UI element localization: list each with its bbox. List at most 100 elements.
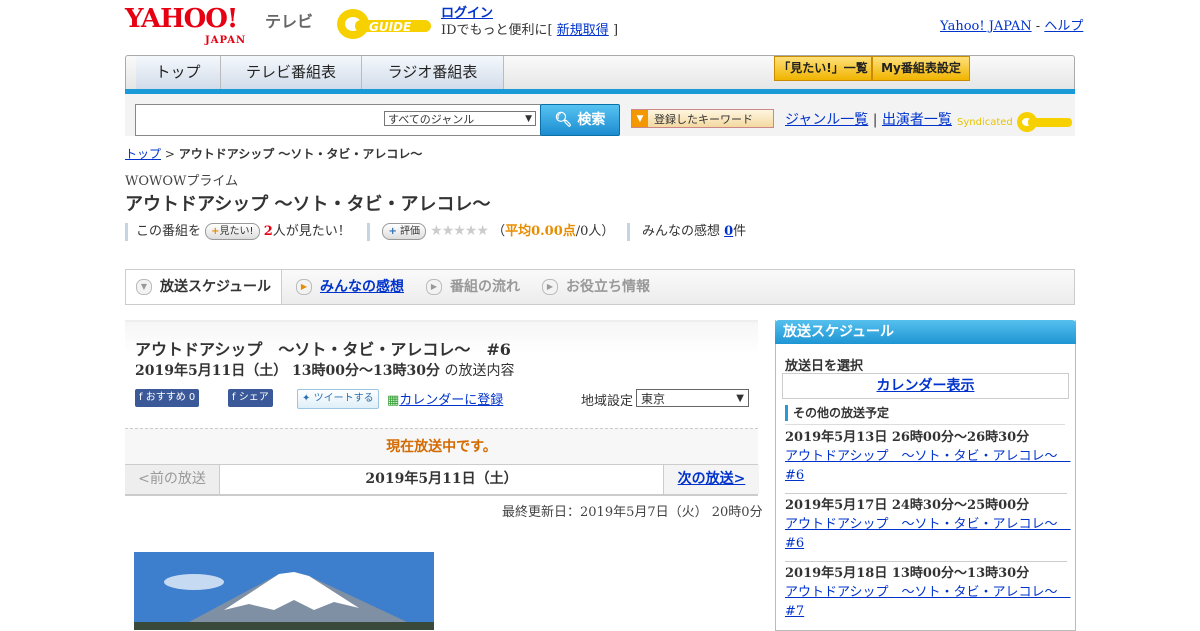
tv-logo[interactable]: テレビ (265, 8, 313, 32)
rate-button[interactable]: + 評価 (382, 223, 427, 240)
login-note: IDでもっと便利に[ (441, 23, 553, 38)
divider (785, 424, 1065, 425)
schedule-title-link[interactable]: アウトドアシップ ～ソト・タビ・アレコレ～ #7 (785, 585, 1071, 619)
gguide-logo-text: GUIDE (369, 20, 412, 34)
login-link[interactable]: ログイン (441, 6, 493, 21)
rating-average: 平均0.00点 (505, 224, 576, 239)
my-schedule-button[interactable]: My番組表設定 (872, 56, 970, 81)
tab-useful-info: ▶ お役立ち情報 (542, 270, 650, 304)
sidebar-header: 放送スケジュール (775, 320, 1076, 344)
area-select-value: 東京 (641, 392, 666, 406)
rate-button-label: 評価 (400, 226, 421, 237)
pager-date: 2019年5月11日（土） (365, 471, 518, 487)
program-image (134, 552, 434, 630)
yahoo-logo-sub: JAPAN (205, 35, 247, 46)
chevron-right-icon: ▶ (426, 279, 442, 295)
calendar-button[interactable]: カレンダー表示 (782, 373, 1069, 399)
area-select[interactable]: 東京 ▼ (636, 389, 749, 407)
search-icon: 🔍︎ (554, 112, 573, 128)
schedule-datetime: 2019年5月13日 26時00分～26時30分 (785, 430, 1030, 445)
syndicated-label: Syndicated (957, 117, 1013, 128)
yahoo-japan-link[interactable]: Yahoo! JAPAN (940, 19, 1032, 34)
impressions-count[interactable]: 0 (724, 224, 733, 239)
tab-impressions[interactable]: ▶ みんなの感想 (296, 270, 404, 304)
schedule-title-link[interactable]: アウトドアシップ ～ソト・タビ・アレコレ～ #6 (785, 449, 1071, 483)
twitter-icon: ✦ (302, 393, 311, 404)
impressions-unit: 件 (733, 224, 747, 239)
divider (626, 222, 630, 241)
breadcrumb: トップ > アウトドアシップ ～ソト・タビ・アレコレ～ (125, 145, 422, 162)
tab-useful-info-label: お役立ち情報 (566, 279, 650, 295)
rating-open: （ (492, 224, 506, 239)
cast-list-link[interactable]: 出演者一覧 (882, 112, 952, 128)
broadcast-pager: <前の放送 2019年5月11日（土） 次の放送> (125, 464, 759, 496)
facebook-icon: f (139, 392, 143, 403)
impressions-label: みんなの感想 (641, 224, 720, 239)
dropdown-arrow-icon: ▼ (525, 114, 532, 124)
chevron-right-icon: ▶ (542, 279, 558, 295)
divider (125, 222, 128, 241)
search-button[interactable]: 🔍︎ 検索 (540, 104, 620, 136)
calendar-register-link[interactable]: カレンダーに登録 (399, 393, 503, 408)
schedule-title-link[interactable]: アウトドアシップ ～ソト・タビ・アレコレ～ #6 (785, 517, 1071, 551)
search-bar: すべてのジャンル ▼ 🔍︎ 検索 ▼ 登録したキーワード ジャンル一覧 | 出演者… (125, 94, 1075, 136)
list-item: 2019年5月13日 26時00分～26時30分 アウトドアシップ ～ソト・タビ… (785, 428, 1071, 485)
tweet-label: ツイートする (313, 393, 374, 404)
tweet-button[interactable]: ✦ ツイートする (297, 389, 379, 409)
top-right-links: Yahoo! JAPAN - ヘルプ (940, 15, 1083, 34)
facebook-icon: f (232, 392, 236, 403)
episode-datetime: 2019年5月11日（土） 13時00分～13時30分 (135, 363, 440, 379)
genre-select-value: すべてのジャンル (388, 113, 475, 126)
tab-impressions-label[interactable]: みんなの感想 (320, 279, 404, 295)
tab-flow: ▶ 番組の流れ (426, 270, 520, 304)
login-box: ログイン IDでもっと便利に[ 新規取得 ] (441, 5, 618, 39)
content-tabs: ▼ 放送スケジュール ▶ みんなの感想 ▶ 番組の流れ ▶ お役立ち情報 (125, 270, 1075, 305)
facebook-recommend-button[interactable]: f おすすめ 0 (135, 389, 200, 407)
breadcrumb-top[interactable]: トップ (125, 147, 161, 161)
episode-title: アウトドアシップ ～ソト・タビ・アレコレ～ #6 (135, 340, 511, 359)
gguide-logo[interactable]: GUIDE (335, 6, 433, 40)
want-button[interactable]: +見たい! (205, 223, 260, 240)
yahoo-japan-logo[interactable]: YAHOO! JAPAN (125, 6, 245, 46)
keyword-button[interactable]: ▼ 登録したキーワード (631, 109, 774, 128)
rating-stars: ★★★★★ (430, 223, 489, 239)
want-suffix: 人が見たい！ (272, 224, 351, 239)
gguide-small-logo (1016, 112, 1072, 132)
breadcrumb-current: アウトドアシップ ～ソト・タビ・アレコレ～ (178, 147, 423, 161)
keyword-button-label: 登録したキーワード (654, 113, 753, 126)
rating-people: /0人） (575, 224, 615, 239)
facebook-share-button[interactable]: f シェア (228, 389, 273, 407)
next-broadcast-button[interactable]: 次の放送> (663, 465, 759, 494)
chevron-down-icon: ▼ (136, 279, 152, 295)
breadcrumb-sep: > (164, 147, 175, 161)
want-button-label: 見たい! (219, 226, 254, 237)
search-links: ジャンル一覧 | 出演者一覧 (785, 109, 952, 129)
link-separator: - (1035, 19, 1041, 34)
plus-icon: + (388, 226, 397, 237)
this-program-label: この番組を (136, 224, 202, 239)
list-item: 2019年5月18日 13時00分～13時30分 アウトドアシップ ～ソト・タビ… (785, 564, 1071, 621)
want-list-button[interactable]: 「見たい!」一覧 (774, 56, 872, 81)
calendar-button-link[interactable]: カレンダー表示 (877, 378, 975, 394)
calendar-add-icon: ▦ (387, 393, 400, 408)
calendar-register[interactable]: ▦カレンダーに登録 (387, 389, 503, 408)
onair-notice: 現在放送中です。 (125, 428, 758, 465)
facebook-recommend-label: おすすめ 0 (145, 392, 196, 403)
genre-list-link[interactable]: ジャンル一覧 (785, 112, 868, 128)
nav-tab-top[interactable]: トップ (136, 56, 221, 89)
next-broadcast-link[interactable]: 次の放送> (678, 471, 746, 487)
program-meta-row: この番組を +見たい! 2人が見たい！ + 評価 ★★★★★ （平均0.00点/… (125, 220, 747, 241)
nav-tab-radio[interactable]: ラジオ番組表 (362, 56, 504, 89)
genre-select[interactable]: すべてのジャンル ▼ (384, 111, 536, 126)
tab-schedule[interactable]: ▼ 放送スケジュール (126, 270, 282, 304)
divider (367, 222, 371, 241)
nav-tab-tv[interactable]: テレビ番組表 (221, 56, 362, 89)
register-link[interactable]: 新規取得 (557, 23, 609, 38)
help-link[interactable]: ヘルプ (1044, 19, 1083, 34)
schedule-datetime: 2019年5月17日 24時30分～25時00分 (785, 498, 1030, 513)
episode-header: アウトドアシップ ～ソト・タビ・アレコレ～ #6 2019年5月11日（土） 1… (125, 320, 758, 430)
episode-datetime-suffix: の放送内容 (444, 363, 515, 379)
triangle-down-icon: ▼ (632, 110, 648, 127)
tab-flow-label: 番組の流れ (450, 279, 520, 295)
page-title: アウトドアシップ ～ソト・タビ・アレコレ～ (125, 194, 491, 215)
